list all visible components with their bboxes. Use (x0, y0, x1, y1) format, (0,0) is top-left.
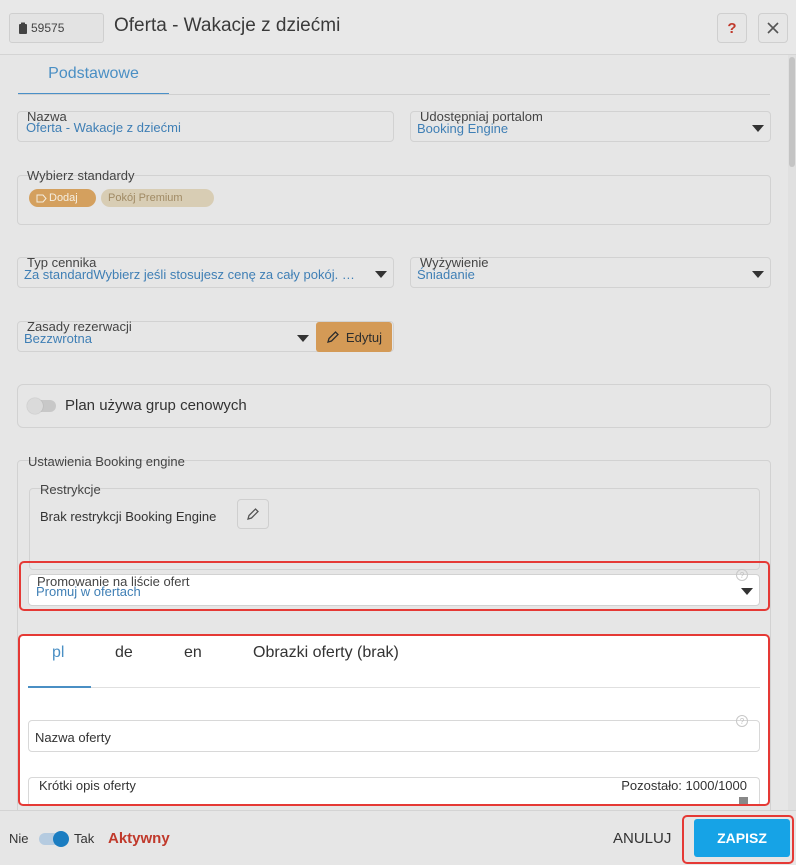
standards-label: Wybierz standardy (27, 168, 135, 183)
name-value: Oferta - Wakacje z dziećmi (26, 120, 181, 135)
active-label: Tak (74, 831, 95, 846)
pencil-icon (247, 508, 259, 520)
save-button[interactable]: ZAPISZ (694, 819, 790, 857)
inactive-label: Nie (9, 831, 29, 846)
booking-engine-label: Ustawienia Booking engine (28, 454, 185, 469)
add-standard-chip[interactable]: Dodaj (29, 189, 96, 207)
chevron-down-icon (752, 125, 764, 132)
dialog-footer: Nie Tak Aktywny ANULUJ ZAPISZ (0, 810, 796, 865)
chevron-down-icon (741, 588, 753, 595)
tab-divider (18, 94, 770, 95)
status-text: Aktywny (108, 830, 170, 847)
standard-chip-premium[interactable]: Pokój Premium (101, 189, 214, 207)
add-standard-label: Dodaj (49, 192, 78, 204)
price-type-select[interactable]: Typ cennika Za standardWybierz jeśli sto… (17, 255, 394, 288)
edit-booking-rules-button[interactable]: Edytuj (316, 322, 392, 352)
name-field[interactable]: Nazwa Oferta - Wakacje z dziećmi (17, 109, 394, 142)
pencil-icon (326, 331, 339, 343)
chevron-down-icon (297, 335, 309, 342)
offer-id-badge: 59575 (9, 13, 104, 43)
close-icon (767, 22, 779, 34)
portals-select[interactable]: Udostępniaj portalom Booking Engine (410, 109, 771, 142)
edit-restrictions-button[interactable] (237, 499, 269, 529)
price-groups-label: Plan używa grup cenowych (65, 397, 247, 414)
active-toggle[interactable] (39, 831, 69, 847)
tab-podstawowe[interactable]: Podstawowe (18, 55, 169, 95)
booking-rules-value: Bezzwrotna (24, 331, 92, 346)
close-button[interactable] (758, 13, 788, 43)
edit-label: Edytuj (345, 329, 383, 345)
language-panel-highlight (18, 634, 770, 806)
help-button[interactable]: ? (717, 13, 747, 43)
dialog-header: 59575 Oferta - Wakacje z dziećmi ? (0, 0, 796, 55)
promotion-select[interactable]: Promowanie na liście ofert Promuj w ofer… (28, 569, 760, 606)
restrictions-box: Restrykcje Brak restrykcji Booking Engin… (29, 482, 760, 570)
scrollbar-thumb[interactable] (789, 57, 795, 167)
chevron-down-icon (375, 271, 387, 278)
price-groups-toggle[interactable] (27, 398, 56, 414)
offer-id: 59575 (31, 21, 65, 35)
help-icon: ? (727, 19, 737, 37)
help-circle-icon[interactable]: ? (736, 569, 748, 581)
dialog-content[interactable]: Podstawowe Nazwa Oferta - Wakacje z dzie… (0, 55, 796, 810)
portals-value: Booking Engine (417, 121, 509, 136)
dialog-title: Oferta - Wakacje z dziećmi (114, 15, 341, 36)
restrictions-label: Restrykcje (40, 482, 101, 497)
cancel-button[interactable]: ANULUJ (613, 830, 671, 847)
price-groups-card: Plan używa grup cenowych (17, 384, 771, 428)
meals-value: Śniadanie (417, 267, 475, 282)
chevron-down-icon (752, 271, 764, 278)
promotion-value: Promuj w ofertach (36, 584, 141, 599)
meals-select[interactable]: Wyżywienie Śniadanie (410, 255, 771, 288)
clipboard-icon (19, 22, 27, 34)
tag-icon (36, 194, 47, 202)
standard-chip-label: Pokój Premium (108, 192, 183, 204)
scrollbar[interactable] (788, 55, 796, 810)
restrictions-text: Brak restrykcji Booking Engine (40, 509, 217, 524)
price-type-value: Za standardWybierz jeśli stosujesz cenę … (24, 267, 360, 282)
